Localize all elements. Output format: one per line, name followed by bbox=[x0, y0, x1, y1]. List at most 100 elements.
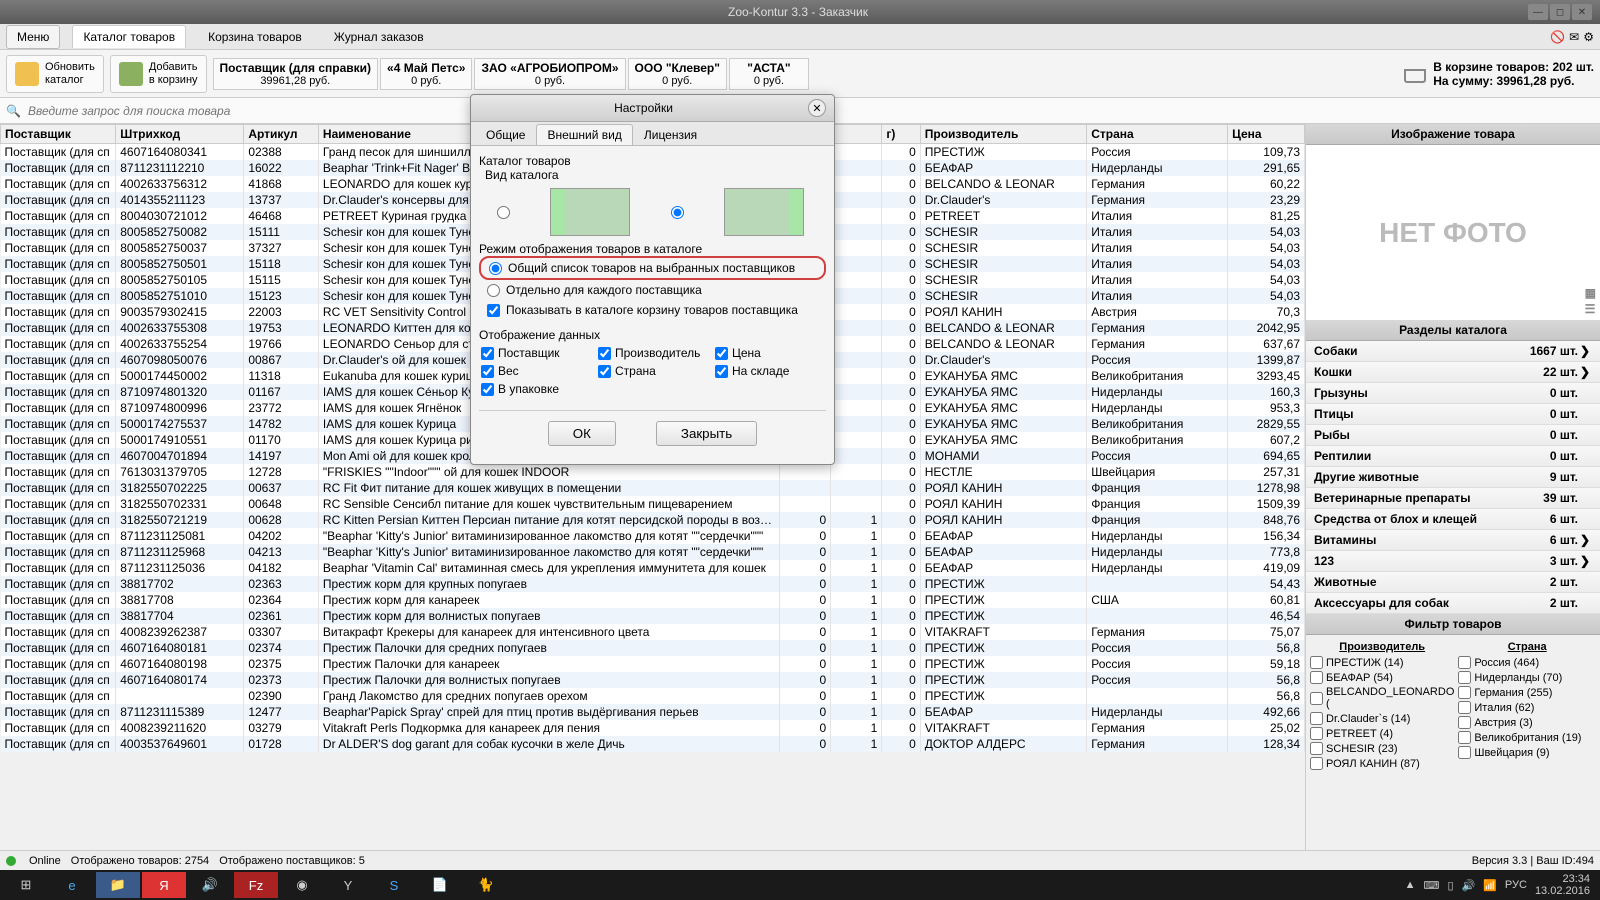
table-row[interactable]: Поставщик (для сп400353764960101728Dr AL… bbox=[1, 736, 1305, 752]
table-row[interactable]: Поставщик (для сп318255070222500637RC Fi… bbox=[1, 480, 1305, 496]
tray-keyboard-icon[interactable]: ⌨ bbox=[1424, 879, 1440, 892]
column-header[interactable]: Штрихкод bbox=[116, 125, 244, 144]
category-row[interactable]: Рептилии0 шт. bbox=[1306, 446, 1600, 467]
filter-mfr-item[interactable]: BELCANDO_LEONARDO ( bbox=[1310, 685, 1454, 711]
search-input[interactable] bbox=[25, 101, 485, 121]
supplier-box[interactable]: ЗАО «АГРОБИОПРОМ»0 руб. bbox=[474, 58, 625, 90]
category-row[interactable]: Витамины6 шт.❯ bbox=[1306, 530, 1600, 551]
maximize-button[interactable]: ◻ bbox=[1550, 4, 1570, 20]
minimize-button[interactable]: — bbox=[1528, 4, 1548, 20]
category-row[interactable]: Собаки1667 шт.❯ bbox=[1306, 341, 1600, 362]
mode-shared-radio-row[interactable]: Общий список товаров на выбранных постав… bbox=[479, 256, 826, 280]
table-row[interactable]: Поставщик (для сп318255070233100648RC Se… bbox=[1, 496, 1305, 512]
chrome-icon[interactable]: ◉ bbox=[280, 872, 324, 898]
tray-network-icon[interactable]: 📶 bbox=[1483, 879, 1497, 892]
column-header[interactable]: г) bbox=[882, 125, 920, 144]
tab-orders[interactable]: Журнал заказов bbox=[324, 26, 434, 48]
table-row[interactable]: Поставщик (для сп3881770402361Престиж ко… bbox=[1, 608, 1305, 624]
ie-icon[interactable]: e bbox=[50, 872, 94, 898]
filter-mfr-item[interactable]: Dr.Clauder`s (14) bbox=[1310, 711, 1454, 726]
filter-country-item[interactable]: Россия (464) bbox=[1458, 655, 1596, 670]
filter-country-item[interactable]: Швейцария (9) bbox=[1458, 745, 1596, 760]
filter-country-header[interactable]: Страна bbox=[1458, 639, 1596, 655]
view-grid-icon[interactable]: ▦ bbox=[1585, 286, 1596, 300]
dialog-tab-license[interactable]: Лицензия bbox=[633, 124, 708, 145]
table-row[interactable]: Поставщик (для сп871123112596804213"Beap… bbox=[1, 544, 1305, 560]
category-row[interactable]: Другие животные9 шт. bbox=[1306, 467, 1600, 488]
filter-country-item[interactable]: Германия (255) bbox=[1458, 685, 1596, 700]
skype-icon[interactable]: S bbox=[372, 872, 416, 898]
table-row[interactable]: Поставщик (для сп871123112508104202"Beap… bbox=[1, 528, 1305, 544]
category-row[interactable]: 1233 шт.❯ bbox=[1306, 551, 1600, 572]
column-header[interactable]: Цена bbox=[1228, 125, 1305, 144]
filezilla-icon[interactable]: Fz bbox=[234, 872, 278, 898]
table-row[interactable]: Поставщик (для сп318255072121900628RC Ki… bbox=[1, 512, 1305, 528]
mode-shared-radio[interactable] bbox=[489, 262, 502, 275]
table-row[interactable]: Поставщик (для сп761303137970512728"FRIS… bbox=[1, 464, 1305, 480]
table-row[interactable]: Поставщик (для сп460716408019802375Прест… bbox=[1, 656, 1305, 672]
dialog-tab-general[interactable]: Общие bbox=[475, 124, 536, 145]
display-option[interactable]: Поставщик bbox=[481, 346, 590, 360]
table-row[interactable]: Поставщик (для сп460716408018102374Прест… bbox=[1, 640, 1305, 656]
tab-cart[interactable]: Корзина товаров bbox=[198, 26, 312, 48]
tab-catalog[interactable]: Каталог товаров bbox=[72, 25, 186, 48]
supplier-box[interactable]: Поставщик (для справки)39961,28 руб. bbox=[213, 58, 379, 90]
layout-right-radio[interactable] bbox=[671, 206, 684, 219]
table-row[interactable]: Поставщик (для сп400823926238703307Витак… bbox=[1, 624, 1305, 640]
menu-button[interactable]: Меню bbox=[6, 25, 60, 49]
tray-flag-icon[interactable]: ▯ bbox=[1447, 879, 1453, 892]
table-row[interactable]: Поставщик (для сп871123111538912477Beaph… bbox=[1, 704, 1305, 720]
tray-lang[interactable]: РУС bbox=[1505, 879, 1527, 891]
category-row[interactable]: Птицы0 шт. bbox=[1306, 404, 1600, 425]
close-button[interactable]: ✕ bbox=[1572, 4, 1592, 20]
dialog-ok-button[interactable]: ОК bbox=[548, 421, 616, 446]
filter-country-item[interactable]: Австрия (3) bbox=[1458, 715, 1596, 730]
table-row[interactable]: Поставщик (для сп871123112503604182Beaph… bbox=[1, 560, 1305, 576]
category-row[interactable]: Аксессуары для собак2 шт. bbox=[1306, 593, 1600, 614]
filter-mfr-item[interactable]: БЕАФАР (54) bbox=[1310, 670, 1454, 685]
tray-volume-icon[interactable]: 🔊 bbox=[1462, 879, 1476, 892]
category-row[interactable]: Животные2 шт. bbox=[1306, 572, 1600, 593]
filter-mfr-item[interactable]: РОЯЛ КАНИН (87) bbox=[1310, 756, 1454, 771]
sound-icon[interactable]: 🔊 bbox=[188, 872, 232, 898]
filter-mfr-item[interactable]: PETREET (4) bbox=[1310, 726, 1454, 741]
dialog-close-button[interactable]: ✕ bbox=[808, 99, 826, 117]
table-row[interactable]: Поставщик (для сп460716408017402373Прест… bbox=[1, 672, 1305, 688]
category-row[interactable]: Грызуны0 шт. bbox=[1306, 383, 1600, 404]
filter-country-item[interactable]: Великобритания (19) bbox=[1458, 730, 1596, 745]
category-row[interactable]: Ветеринарные препараты39 шт. bbox=[1306, 488, 1600, 509]
category-row[interactable]: Кошки22 шт.❯ bbox=[1306, 362, 1600, 383]
category-row[interactable]: Средства от блох и клещей6 шт. bbox=[1306, 509, 1600, 530]
display-option[interactable]: Страна bbox=[598, 364, 707, 378]
table-row[interactable]: Поставщик (для сп3881770202363Престиж ко… bbox=[1, 576, 1305, 592]
column-header[interactable]: Страна bbox=[1087, 125, 1228, 144]
dialog-close-button2[interactable]: Закрыть bbox=[656, 421, 757, 446]
filter-mfr-item[interactable]: ПРЕСТИЖ (14) bbox=[1310, 655, 1454, 670]
display-option[interactable]: Цена bbox=[715, 346, 824, 360]
mail-icon[interactable]: ✉ bbox=[1569, 30, 1579, 44]
display-option[interactable]: На складе bbox=[715, 364, 824, 378]
alert-icon[interactable]: 🚫 bbox=[1550, 30, 1565, 44]
column-header[interactable] bbox=[831, 125, 882, 144]
filter-mfr-header[interactable]: Производитель bbox=[1310, 639, 1454, 655]
yandex-browser-icon[interactable]: Y bbox=[326, 872, 370, 898]
view-list-icon[interactable]: ☰ bbox=[1585, 302, 1596, 316]
table-row[interactable]: Поставщик (для сп02390Гранд Лакомство дл… bbox=[1, 688, 1305, 704]
column-header[interactable]: Производитель bbox=[920, 125, 1086, 144]
category-row[interactable]: Рыбы0 шт. bbox=[1306, 425, 1600, 446]
explorer-icon[interactable]: 📁 bbox=[96, 872, 140, 898]
display-option[interactable]: Вес bbox=[481, 364, 590, 378]
start-button[interactable]: ⊞ bbox=[4, 872, 48, 898]
supplier-box[interactable]: ООО "Клевер"0 руб. bbox=[628, 58, 727, 90]
add-to-cart-button[interactable]: Добавить в корзину bbox=[110, 55, 207, 93]
app-icon[interactable]: 🐈 bbox=[464, 872, 508, 898]
layout-left-radio[interactable] bbox=[497, 206, 510, 219]
refresh-catalog-button[interactable]: Обновить каталог bbox=[6, 55, 104, 93]
dialog-tab-appearance[interactable]: Внешний вид bbox=[536, 124, 632, 145]
supplier-box[interactable]: «4 Май Петс»0 руб. bbox=[380, 58, 472, 90]
filter-country-item[interactable]: Италия (62) bbox=[1458, 700, 1596, 715]
yandex-icon[interactable]: Я bbox=[142, 872, 186, 898]
column-header[interactable]: Поставщик bbox=[1, 125, 116, 144]
supplier-box[interactable]: "АСТА"0 руб. bbox=[729, 58, 809, 90]
display-option[interactable]: В упаковке bbox=[481, 382, 590, 396]
